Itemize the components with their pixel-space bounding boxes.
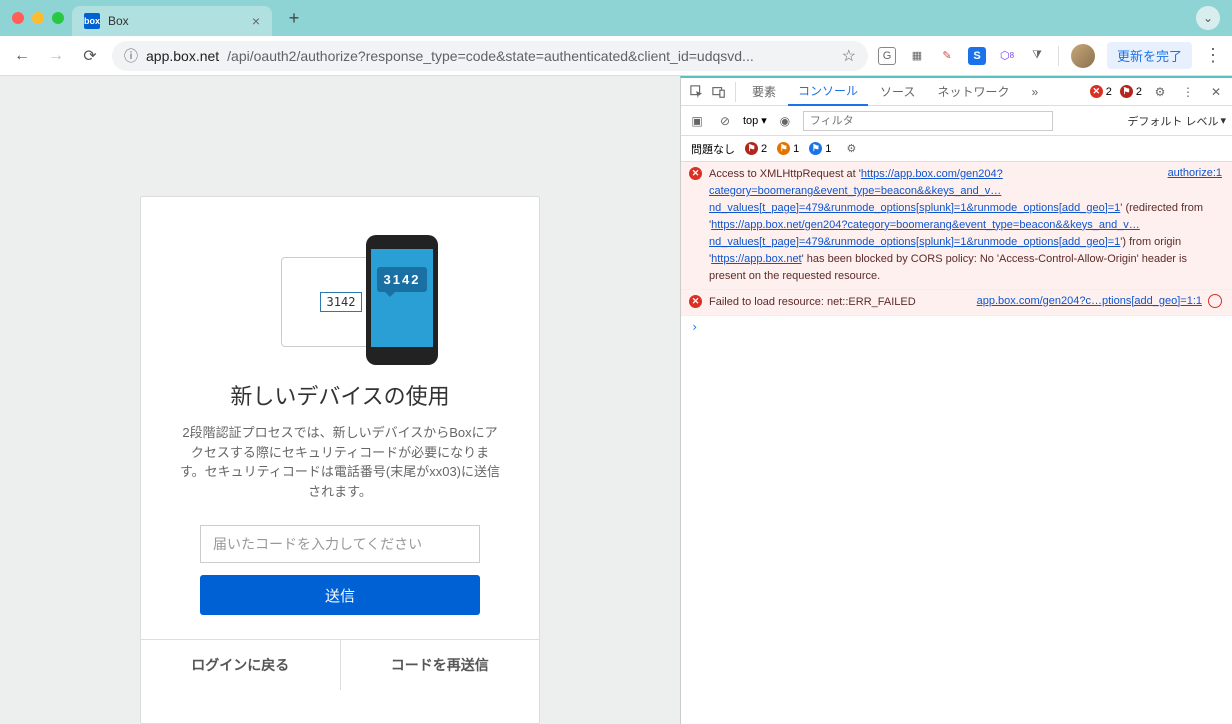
- card-description: 2段階認証プロセスでは、新しいデバイスからBoxにアクセスする際にセキュリティコ…: [171, 423, 509, 501]
- console-output: ✕ authorize:1 Access to XMLHttpRequest a…: [681, 162, 1232, 724]
- verification-code-input[interactable]: [200, 525, 480, 563]
- separator: [735, 82, 736, 102]
- message-source-link[interactable]: app.box.com/gen204?c…ptions[add_geo]=1:1: [977, 294, 1202, 310]
- chrome-menu-icon[interactable]: ⋮: [1204, 45, 1222, 66]
- minimize-window-button[interactable]: [32, 12, 44, 24]
- more-tabs-button[interactable]: »: [1021, 78, 1048, 106]
- device-toolbar-icon[interactable]: [709, 82, 729, 102]
- network-tab[interactable]: ネットワーク: [927, 78, 1019, 106]
- issue-count: 2: [1136, 86, 1142, 98]
- sources-tab[interactable]: ソース: [870, 78, 925, 106]
- console-tab[interactable]: コンソール: [788, 78, 868, 106]
- error-icon: ✕: [689, 167, 702, 180]
- inspect-element-icon[interactable]: [687, 82, 707, 102]
- titlebar: box Box × + ⌄: [0, 0, 1232, 36]
- issues-bar: 問題なし ⚑2 ⚑1 ⚑1 ⚙: [681, 136, 1232, 162]
- console-link[interactable]: https://app.box.net/gen204?category=boom…: [709, 219, 1140, 248]
- tab-title: Box: [108, 14, 129, 28]
- message-text: Failed to load resource: net::ERR_FAILED: [709, 296, 916, 308]
- separator: [1058, 46, 1059, 66]
- device-illustration: 3142 3142: [171, 227, 509, 367]
- console-link[interactable]: https://app.box.net: [711, 253, 802, 265]
- update-chrome-button[interactable]: 更新を完了: [1107, 42, 1192, 69]
- back-to-login-button[interactable]: ログインに戻る: [141, 640, 340, 690]
- extension-icon[interactable]: S: [968, 47, 986, 65]
- extension-icons: G ▦ ✎ S ⬡8 ⧩ 更新を完了 ⋮: [878, 42, 1222, 69]
- live-expression-icon[interactable]: ◉: [775, 111, 795, 131]
- issue-badge-blue[interactable]: ⚑1: [809, 142, 831, 155]
- tab-close-icon[interactable]: ×: [252, 13, 260, 29]
- page-content: 3142 3142 新しいデバイスの使用 2段階認証プロセスでは、新しいデバイス…: [0, 76, 680, 724]
- settings-gear-icon[interactable]: ⚙: [1150, 82, 1170, 102]
- console-error-message: ✕ app.box.com/gen204?c…ptions[add_geo]=1…: [681, 290, 1232, 316]
- devtools-panel: 要素 コンソール ソース ネットワーク » ✕2 ⚑2 ⚙ ⋮ ✕ ▣ ⊘ to…: [680, 76, 1232, 724]
- browser-chrome: box Box × + ⌄ ← → ⟳ ⓘ app.box.net/api/oa…: [0, 0, 1232, 76]
- console-settings-gear-icon[interactable]: ⚙: [841, 139, 861, 159]
- no-issues-label: 問題なし: [691, 141, 735, 157]
- message-text: Access to XMLHttpRequest at ': [709, 168, 861, 180]
- clear-console-icon[interactable]: ⊘: [715, 111, 735, 131]
- url-path: /api/oauth2/authorize?response_type=code…: [227, 48, 754, 64]
- console-sidebar-toggle-icon[interactable]: ▣: [687, 111, 707, 131]
- console-filter-input[interactable]: [803, 111, 1053, 131]
- issue-count-badge[interactable]: ⚑2: [1120, 85, 1142, 98]
- close-devtools-icon[interactable]: ✕: [1206, 82, 1226, 102]
- tab-favicon: box: [84, 13, 100, 29]
- extension-icon[interactable]: ⬡8: [998, 47, 1016, 65]
- error-icon: ✕: [689, 295, 702, 308]
- extensions-menu-icon[interactable]: ⧩: [1028, 47, 1046, 65]
- tabs-overflow-button[interactable]: ⌄: [1196, 6, 1220, 30]
- toolbar: ← → ⟳ ⓘ app.box.net/api/oauth2/authorize…: [0, 36, 1232, 76]
- issue-badge-red[interactable]: ⚑2: [745, 142, 767, 155]
- browser-tab[interactable]: box Box ×: [72, 6, 272, 36]
- chevron-down-icon: ▾: [761, 114, 767, 127]
- extension-icon[interactable]: G: [878, 47, 896, 65]
- message-source-link[interactable]: authorize:1: [1168, 166, 1222, 182]
- url-host: app.box.net: [146, 48, 219, 64]
- new-tab-button[interactable]: +: [280, 4, 308, 32]
- card-title: 新しいデバイスの使用: [171, 379, 509, 411]
- console-filter-bar: ▣ ⊘ top ▾ ◉ デフォルト レベル ▾: [681, 106, 1232, 136]
- traffic-lights: [12, 12, 64, 24]
- issue-badge-orange[interactable]: ⚑1: [777, 142, 799, 155]
- two-factor-card: 3142 3142 新しいデバイスの使用 2段階認証プロセスでは、新しいデバイス…: [140, 196, 540, 724]
- error-count-badge[interactable]: ✕2: [1090, 85, 1112, 98]
- devtools-menu-icon[interactable]: ⋮: [1178, 82, 1198, 102]
- phone-mock: 3142: [366, 235, 438, 365]
- back-button[interactable]: ←: [10, 44, 34, 68]
- bookmark-star-icon[interactable]: ☆: [842, 46, 856, 66]
- submit-button[interactable]: 送信: [200, 575, 480, 615]
- profile-avatar[interactable]: [1071, 44, 1095, 68]
- resend-code-button[interactable]: コードを再送信: [340, 640, 540, 690]
- error-count: 2: [1106, 86, 1112, 98]
- log-level-selector[interactable]: デフォルト レベル ▾: [1127, 113, 1226, 129]
- console-prompt[interactable]: ›: [681, 316, 1232, 338]
- close-window-button[interactable]: [12, 12, 24, 24]
- reload-button[interactable]: ⟳: [78, 44, 102, 68]
- extension-icon[interactable]: ▦: [908, 47, 926, 65]
- devtools-tabs: 要素 コンソール ソース ネットワーク » ✕2 ⚑2 ⚙ ⋮ ✕: [681, 78, 1232, 106]
- network-error-icon[interactable]: [1208, 294, 1222, 308]
- address-bar[interactable]: ⓘ app.box.net/api/oauth2/authorize?respo…: [112, 41, 868, 71]
- forward-button[interactable]: →: [44, 44, 68, 68]
- illustration-code: 3142: [320, 292, 363, 312]
- console-error-message: ✕ authorize:1 Access to XMLHttpRequest a…: [681, 162, 1232, 290]
- extension-icon[interactable]: ✎: [938, 47, 956, 65]
- phone-code-bubble: 3142: [377, 267, 428, 292]
- elements-tab[interactable]: 要素: [742, 78, 786, 106]
- context-selector[interactable]: top ▾: [743, 114, 767, 127]
- maximize-window-button[interactable]: [52, 12, 64, 24]
- site-info-icon[interactable]: ⓘ: [124, 46, 138, 66]
